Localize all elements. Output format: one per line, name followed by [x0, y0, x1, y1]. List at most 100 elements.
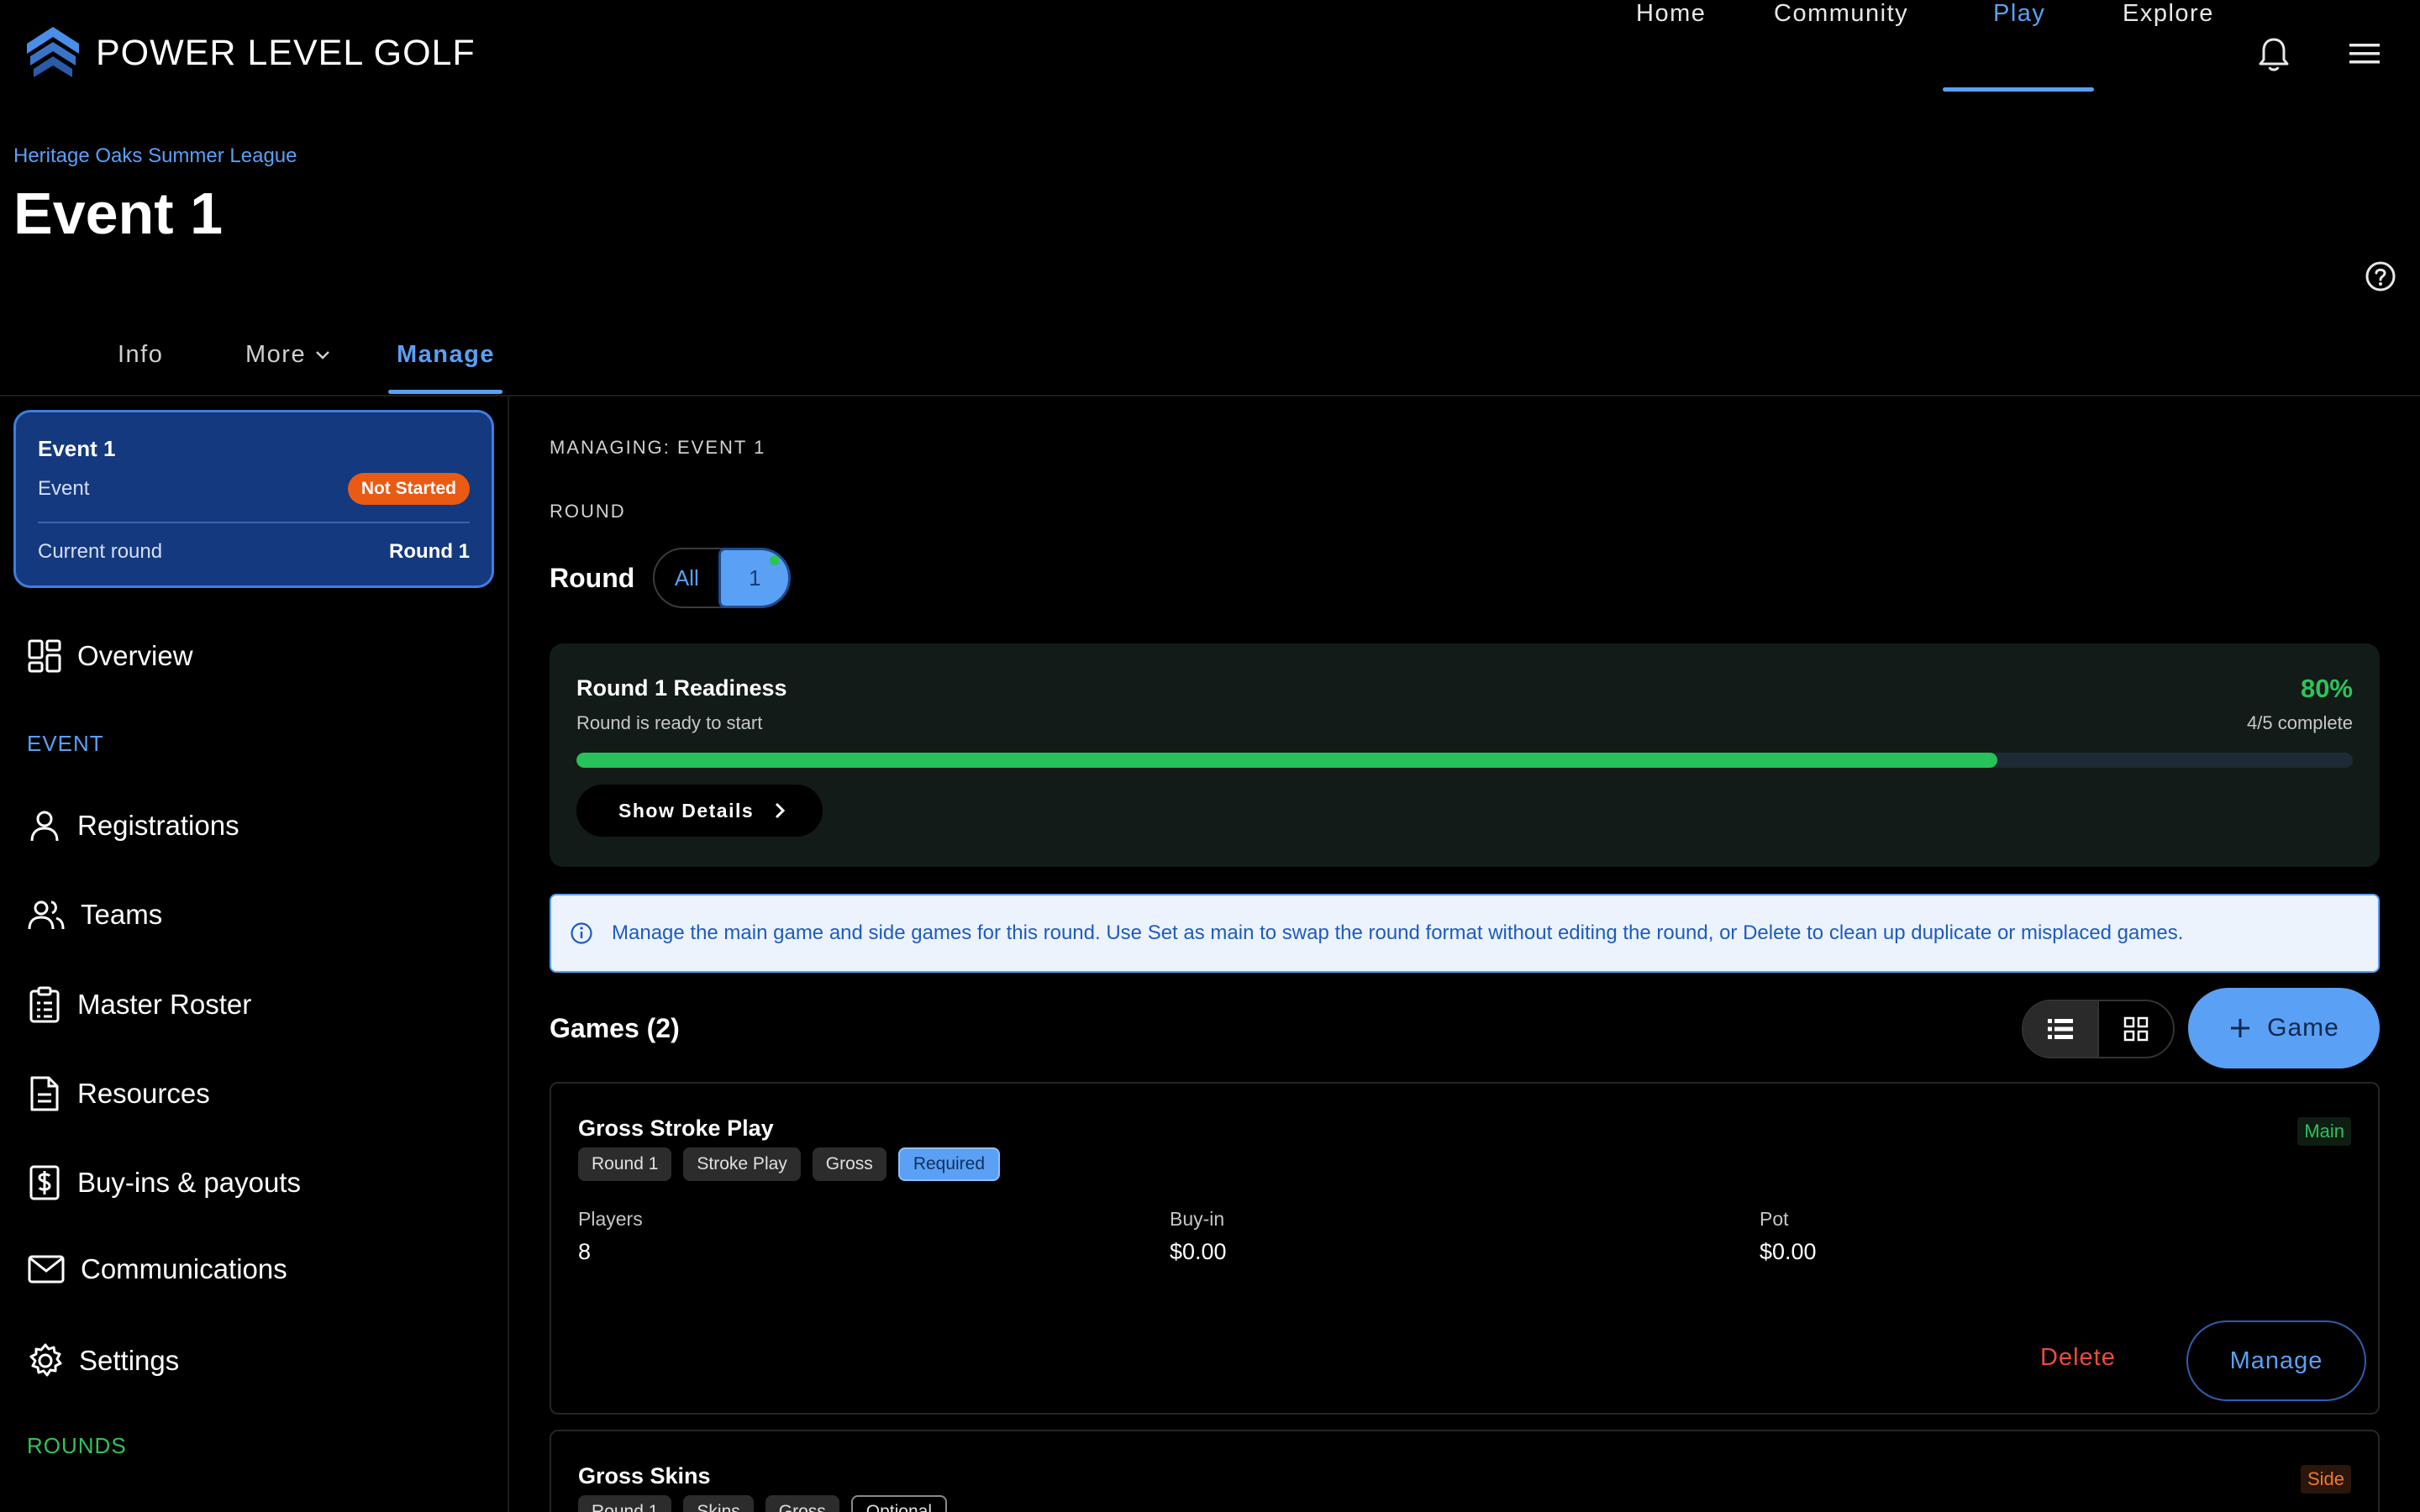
game-chip: Gross: [765, 1495, 839, 1512]
sidebar-item-master-roster[interactable]: Master Roster: [27, 986, 251, 1023]
nav-home[interactable]: Home: [1636, 0, 1706, 28]
brand[interactable]: POWER LEVEL GOLF: [25, 25, 476, 81]
game-title: Gross Skins: [578, 1463, 711, 1488]
tab-more[interactable]: More: [245, 341, 331, 369]
event-card-type: Event: [38, 477, 90, 500]
tab-more-label: More: [245, 341, 307, 368]
page-title: Event 1: [13, 181, 223, 246]
person-icon: [30, 811, 59, 842]
game-chip: Skins: [683, 1495, 754, 1512]
buyin-label: Buy-in: [1170, 1208, 1225, 1230]
logo-icon: [27, 27, 79, 77]
round-status-dot: [770, 555, 781, 565]
list-view-button[interactable]: [2023, 1001, 2097, 1057]
readiness-subtitle: Round is ready to start: [576, 712, 763, 733]
sidebar-item-label: Overview: [77, 640, 193, 671]
current-round-value: Round 1: [389, 540, 470, 563]
manage-game-label: Manage: [2229, 1347, 2323, 1374]
players-label: Players: [578, 1208, 643, 1230]
dollar-icon: [29, 1165, 60, 1200]
sidebar-item-overview[interactable]: Overview: [27, 638, 193, 674]
info-banner-text: Manage the main game and side games for …: [612, 921, 2184, 944]
info-icon: [571, 922, 592, 944]
show-details-button[interactable]: Show Details: [576, 785, 823, 837]
sidebar-item-buyins-payouts[interactable]: Buy-ins & payouts: [27, 1164, 301, 1201]
readiness-percent: 80%: [2300, 674, 2353, 703]
game-chip: Gross: [812, 1147, 886, 1181]
sidebar-item-label: Teams: [81, 899, 163, 930]
buyin-stat: Buy-in $0.00: [1170, 1208, 1227, 1265]
game-type-tag: Main: [2297, 1117, 2351, 1146]
sidebar-item-registrations[interactable]: Registrations: [27, 808, 239, 843]
game-chip: Round 1: [578, 1495, 672, 1512]
event-summary-card[interactable]: Event 1 Event Not Started Current round …: [13, 410, 494, 588]
plus-icon: [2231, 1019, 2250, 1037]
sidebar-item-teams[interactable]: Teams: [27, 897, 162, 932]
tab-info-label: Info: [118, 341, 164, 368]
game-chip: Stroke Play: [683, 1147, 801, 1181]
event-card-divider: [38, 522, 470, 523]
game-title: Gross Stroke Play: [578, 1116, 774, 1141]
delete-game-button[interactable]: Delete: [2040, 1344, 2116, 1372]
game-card: Gross Skins Side Round 1 Skins Gross Opt…: [550, 1430, 2380, 1512]
sidebar-item-resources[interactable]: Resources: [27, 1075, 210, 1112]
tab-info[interactable]: Info: [118, 341, 163, 369]
sidebar-item-communications[interactable]: Communications: [27, 1253, 287, 1285]
readiness-progress-bar: [576, 753, 2353, 768]
round-option-all[interactable]: All: [655, 565, 718, 591]
sidebar-item-label: Communications: [81, 1253, 287, 1284]
sidebar-divider: [508, 396, 509, 1512]
game-chips: Round 1 Stroke Play Gross Required: [578, 1147, 1001, 1181]
buyin-value: $0.00: [1170, 1239, 1227, 1264]
round-section-label: ROUND: [550, 501, 626, 522]
status-badge: Not Started: [347, 473, 470, 505]
sidebar-item-label: Resources: [77, 1078, 210, 1109]
bell-icon[interactable]: [2259, 37, 2289, 72]
view-toggle: [2022, 1000, 2175, 1058]
menu-icon[interactable]: [2348, 42, 2381, 66]
round-option-1[interactable]: 1: [718, 548, 792, 608]
readiness-count: 4/5 complete: [2247, 712, 2353, 733]
readiness-progress-fill: [576, 753, 1998, 768]
readiness-title: Round 1 Readiness: [576, 675, 787, 701]
game-chips: Round 1 Skins Gross Optional: [578, 1495, 947, 1512]
nav-play[interactable]: Play: [1993, 0, 2045, 28]
game-type-tag: Side: [2300, 1465, 2351, 1494]
show-details-label: Show Details: [618, 799, 755, 822]
tab-manage-label: Manage: [397, 341, 495, 368]
game-card: Gross Stroke Play Main Round 1 Stroke Pl…: [550, 1082, 2380, 1415]
grid-view-button[interactable]: [2099, 1001, 2173, 1057]
sidebar-item-label: Registrations: [77, 810, 239, 841]
add-game-label: Game: [2267, 1014, 2339, 1042]
gear-icon: [29, 1343, 62, 1377]
game-chip: Round 1: [578, 1147, 672, 1181]
round-label: Round: [550, 562, 635, 593]
players-stat: Players 8: [578, 1208, 643, 1265]
games-heading: Games (2): [550, 1013, 680, 1043]
nav-community[interactable]: Community: [1774, 0, 1908, 28]
pot-label: Pot: [1760, 1208, 1789, 1230]
info-banner: Manage the main game and side games for …: [550, 894, 2380, 973]
event-card-title: Event 1: [38, 436, 116, 461]
manage-game-button[interactable]: Manage: [2186, 1320, 2366, 1401]
pot-value: $0.00: [1760, 1239, 1817, 1264]
top-navigation: POWER LEVEL GOLF Home Community Play Exp…: [0, 0, 2420, 101]
clipboard-icon: [29, 986, 60, 1023]
sidebar-item-label: Settings: [79, 1345, 180, 1376]
add-game-button[interactable]: Game: [2188, 988, 2380, 1068]
game-chip-required: Required: [897, 1147, 1001, 1181]
nav-active-indicator: [1943, 87, 2094, 92]
sidebar-section-event: EVENT: [27, 731, 104, 756]
sidebar-item-settings[interactable]: Settings: [27, 1342, 179, 1379]
tab-active-indicator: [388, 390, 502, 394]
nav-explore[interactable]: Explore: [2123, 0, 2214, 28]
current-round-label: Current round: [38, 540, 163, 563]
readiness-card: Round 1 Readiness Round is ready to star…: [550, 643, 2380, 867]
sidebar-section-rounds: ROUNDS: [27, 1433, 127, 1458]
breadcrumb-league[interactable]: Heritage Oaks Summer League: [13, 144, 297, 168]
help-icon[interactable]: [2365, 260, 2396, 292]
round-option-1-label: 1: [749, 564, 761, 591]
tab-manage[interactable]: Manage: [397, 341, 495, 369]
grid-icon: [2123, 1016, 2149, 1042]
brand-name: POWER LEVEL GOLF: [96, 32, 476, 73]
